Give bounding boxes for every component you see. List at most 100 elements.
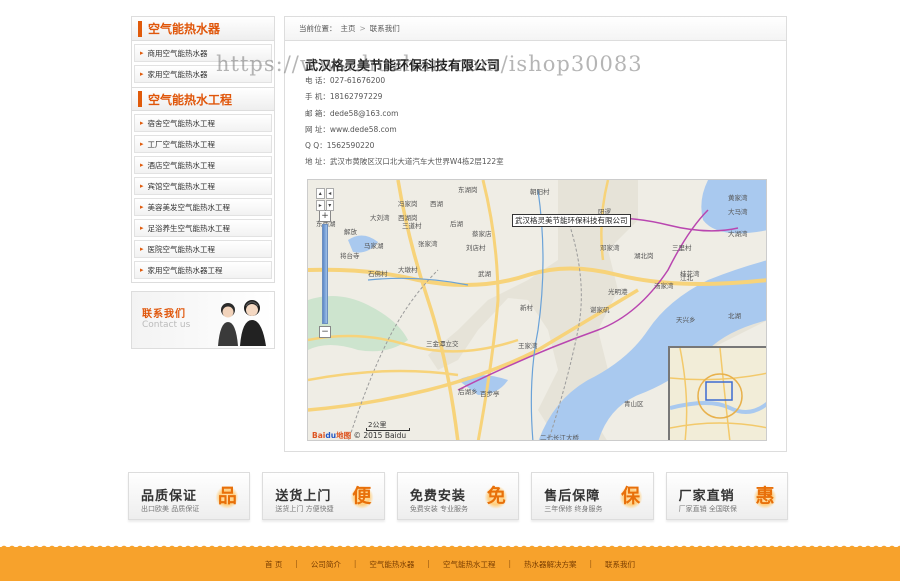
map-place-label: 汤家湾 xyxy=(654,282,674,290)
sidebar-item-dormitory[interactable]: ▸ 宿舍空气能热水工程 xyxy=(134,114,272,132)
mobile-row: 手 机：18162797229 xyxy=(305,89,504,105)
contact-panel: 当前位置： 主页 > 联系我们 武汉格灵美节能环保科技有限公司 电 话：027-… xyxy=(284,16,787,452)
sidebar-heading-projects[interactable]: 空气能热水工程 xyxy=(132,87,274,111)
sidebar-item-hotel[interactable]: ▸ 酒店空气能热水工程 xyxy=(134,156,272,174)
sidebar-item-guesthouse[interactable]: ▸ 宾馆空气能热水工程 xyxy=(134,177,272,195)
sidebar-item-label: 酒店空气能热水工程 xyxy=(147,160,216,170)
free-badge-icon: 免 xyxy=(484,483,509,509)
map-place-label: 北湖 xyxy=(728,312,741,320)
discount-badge-icon: 惠 xyxy=(753,483,778,509)
map-place-label: 后湖乡 xyxy=(458,388,478,396)
map-pan-control[interactable]: ▴ ◂ ▸ ▾ xyxy=(316,188,334,211)
map-place-label: 冯家岗 xyxy=(398,200,418,208)
overview-map xyxy=(670,348,766,440)
arrow-right-icon: ▸ xyxy=(140,70,144,78)
contact-info: 电 话：027-61676200 手 机：18162797229 邮 箱：ded… xyxy=(305,73,504,171)
feature-aftersales[interactable]: 售后保障 三年保修 终身服务 保 xyxy=(531,472,654,520)
warranty-badge-icon: 保 xyxy=(618,483,643,509)
footer-divider: | xyxy=(589,559,593,568)
email-label: 邮 箱： xyxy=(305,108,330,118)
website-link[interactable]: www.dede58.com xyxy=(330,125,397,134)
contact-title: 联系我们 xyxy=(142,309,186,320)
arrow-right-icon: ▸ xyxy=(140,182,144,190)
footer-link-about[interactable]: 公司简介 xyxy=(311,559,341,570)
footer-divider: | xyxy=(353,559,357,568)
map-place-label: 黄家湾 xyxy=(728,194,748,202)
feature-title: 品质保证 xyxy=(141,489,198,504)
map-place-label: 东湖岗 xyxy=(458,186,478,194)
sidebar-item-factory[interactable]: ▸ 工厂空气能热水工程 xyxy=(134,135,272,153)
map-place-label: 江北 xyxy=(680,274,693,282)
map-place-label: 大墩村 xyxy=(398,266,418,274)
map-place-label: 二七长江大桥 xyxy=(540,434,579,441)
arrow-right-icon: ▸ xyxy=(140,203,144,211)
address-row: 地 址：武汉市黄陂区汉口北大道汽车大世界W4栋2层122室 xyxy=(305,154,504,170)
map-place-label: 王家湾 xyxy=(518,342,538,350)
baidu-map[interactable]: 东湖岗朝阳村冯家岗西湖大刘湾西湖岗后湖马家湖解放三道村蔡家店刘店村大丰岗张家湾将… xyxy=(307,179,767,441)
map-place-label: 西湖 xyxy=(430,200,443,208)
arrow-right-icon: ▸ xyxy=(140,245,144,253)
breadcrumb: 当前位置： 主页 > 联系我们 xyxy=(285,17,786,41)
website-label: 网 址： xyxy=(305,124,330,134)
feature-installation[interactable]: 免费安装 免费安装 专业服务 免 xyxy=(396,472,520,520)
qq-label: Q Q： xyxy=(305,141,327,151)
sidebar-item-hospital[interactable]: ▸ 医院空气能热水工程 xyxy=(134,240,272,258)
company-name: 武汉格灵美节能环保科技有限公司 xyxy=(305,59,501,74)
footer-link-heaters[interactable]: 空气能热水器 xyxy=(369,559,414,570)
zoom-out-button[interactable]: − xyxy=(319,326,331,338)
baidu-logo: Baidu地图 xyxy=(312,431,351,440)
map-place-label: 后湖 xyxy=(450,220,463,228)
feature-subtitle: 出口欧美 品质保证 xyxy=(141,505,200,513)
pan-left-icon[interactable]: ◂ xyxy=(325,188,334,199)
map-zoom-control: ▴ ◂ ▸ ▾ + − xyxy=(316,188,334,338)
pan-right-icon[interactable]: ▸ xyxy=(316,200,325,211)
map-place-label: 将台寺 xyxy=(340,252,360,260)
contact-subtitle: Contact us xyxy=(142,320,191,330)
zoom-slider[interactable] xyxy=(322,224,328,324)
map-place-label: 三金潭立交 xyxy=(426,340,459,348)
map-overview[interactable] xyxy=(668,346,766,440)
mobile-label: 手 机： xyxy=(305,92,330,102)
feature-title: 售后保障 xyxy=(544,489,601,504)
email-value[interactable]: dede58@163.com xyxy=(330,109,399,118)
heading-flag-icon xyxy=(138,91,142,107)
sidebar-item-household[interactable]: ▸ 家用空气能热水器 xyxy=(134,65,272,83)
footer-scallop xyxy=(0,543,900,549)
company-map-marker[interactable]: 武汉格灵美节能环保科技有限公司 xyxy=(512,214,631,227)
map-place-label: 谌家矶 xyxy=(590,306,610,314)
map-place-label: 武湖 xyxy=(478,270,491,278)
sidebar-item-salon[interactable]: ▸ 美容美发空气能热水工程 xyxy=(134,198,272,216)
feature-direct-sales[interactable]: 厂家直销 厂家直销 全国联保 惠 xyxy=(665,472,789,520)
sidebar-heading-heaters[interactable]: 空气能热水器 xyxy=(132,17,274,41)
pan-up-icon[interactable]: ▴ xyxy=(316,188,325,199)
map-place-label: 三道村 xyxy=(402,222,422,230)
qq-row: Q Q：1562590220 xyxy=(305,138,504,154)
feature-delivery[interactable]: 送货上门 送货上门 方便快捷 便 xyxy=(262,472,385,520)
baidu-logo-ditu: 地图 xyxy=(336,431,352,440)
sidebar-item-label: 宾馆空气能热水工程 xyxy=(147,181,216,191)
breadcrumb-label: 当前位置： xyxy=(299,24,337,33)
footer-divider: | xyxy=(427,559,430,568)
sidebar-item-spa[interactable]: ▸ 足浴养生空气能热水工程 xyxy=(134,219,272,237)
feature-title: 厂家直销 xyxy=(678,489,735,504)
quality-badge-icon: 品 xyxy=(215,483,240,509)
footer-link-solutions[interactable]: 热水器解决方案 xyxy=(524,559,577,570)
footer-link-home[interactable]: 首 页 xyxy=(265,559,282,570)
phone-value: 027-61676200 xyxy=(329,76,386,85)
sidebar-item-commercial[interactable]: ▸ 商用空气能热水器 xyxy=(134,44,272,62)
map-place-label: 石佛村 xyxy=(368,270,388,278)
arrow-right-icon: ▸ xyxy=(140,266,144,274)
feature-quality[interactable]: 品质保证 出口欧美 品质保证 品 xyxy=(128,472,251,520)
breadcrumb-home-link[interactable]: 主页 xyxy=(341,23,356,34)
map-place-label: 大马湾 xyxy=(728,208,748,216)
website-row: 网 址：www.dede58.com xyxy=(305,122,504,138)
pan-down-icon[interactable]: ▾ xyxy=(325,200,334,211)
feature-bar: 品质保证 出口欧美 品质保证 品 送货上门 送货上门 方便快捷 便 免费安装 免费安装 专… xyxy=(128,472,789,522)
map-place-label: 百步亭 xyxy=(480,390,500,398)
sidebar-item-home-project[interactable]: ▸ 家用空气能热水器工程 xyxy=(134,261,272,279)
zoom-in-button[interactable]: + xyxy=(319,210,331,222)
footer-link-projects[interactable]: 空气能热水工程 xyxy=(443,559,496,570)
map-place-label: 大刘湾 xyxy=(370,214,390,222)
contact-us-card[interactable]: 联系我们 Contact us xyxy=(131,291,275,349)
footer-link-contact[interactable]: 联系我们 xyxy=(605,559,635,570)
